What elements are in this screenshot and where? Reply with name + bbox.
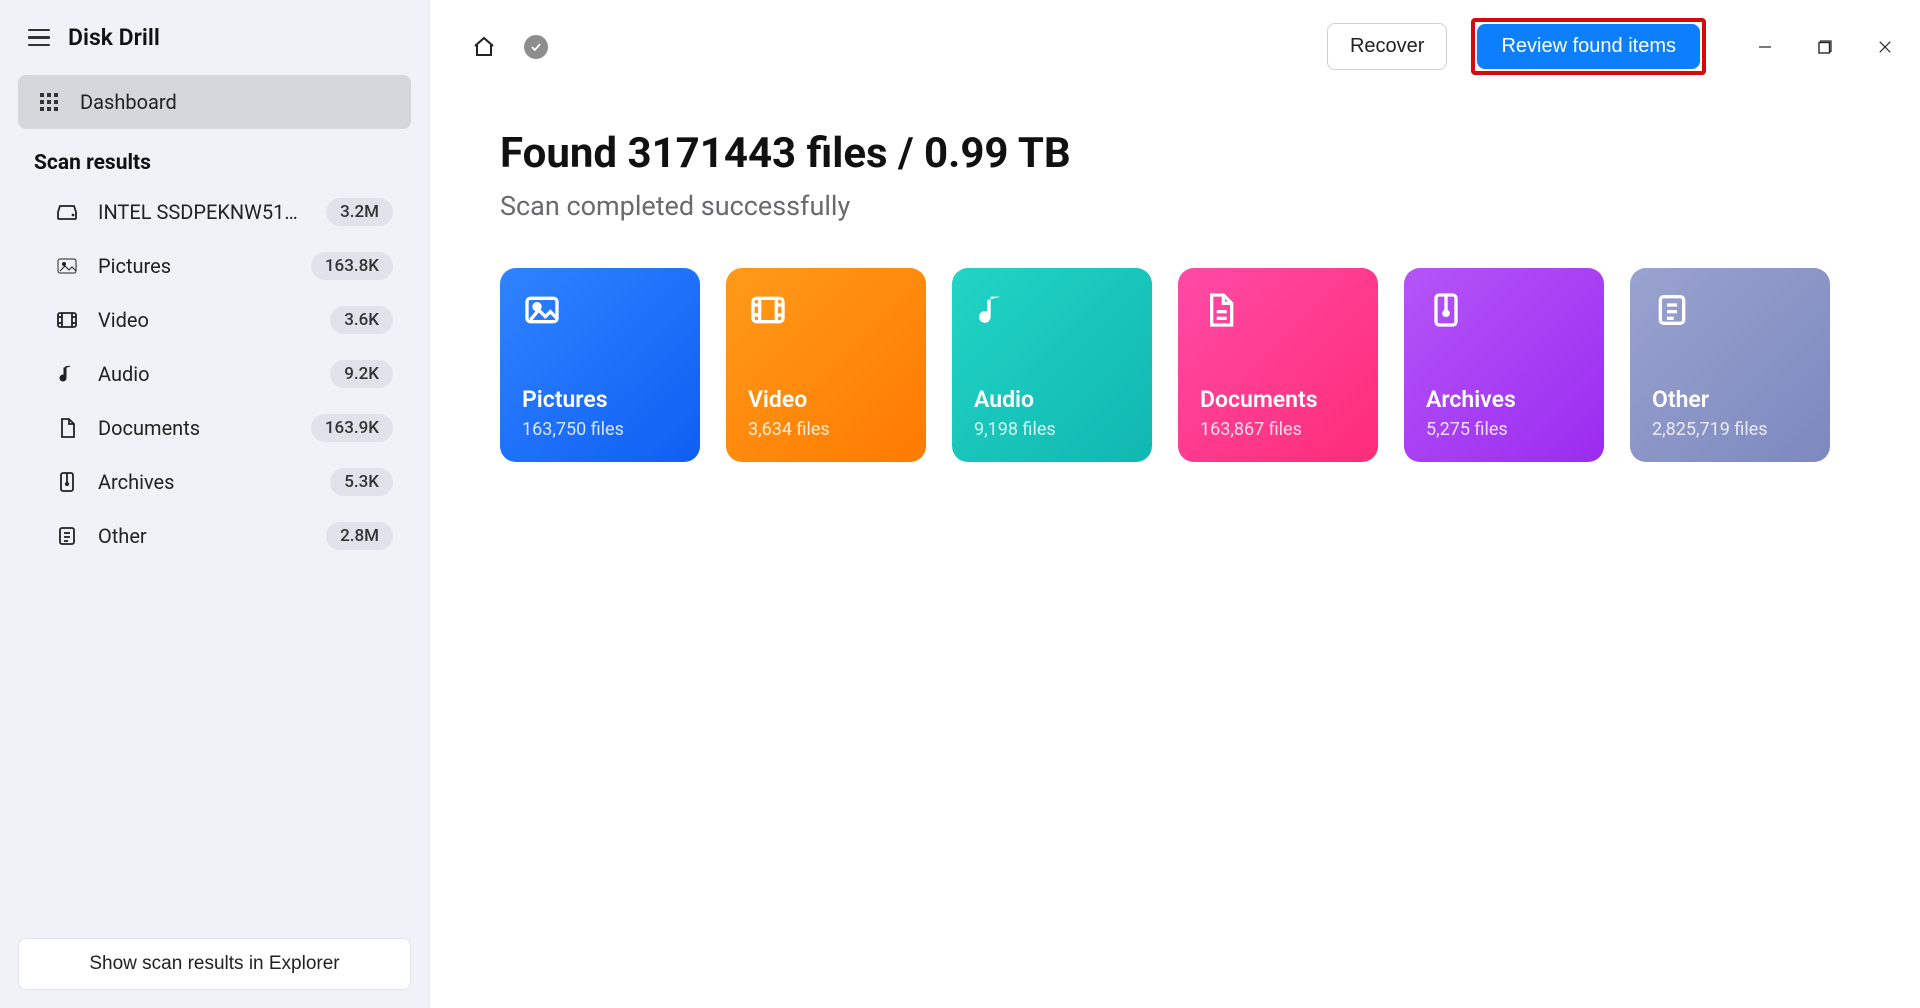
card-title: Audio <box>974 386 1130 413</box>
category-card-other[interactable]: Other 2,825,719 files <box>1630 268 1830 462</box>
result-item-archives[interactable]: Archives 5.3K <box>18 455 411 509</box>
other-icon <box>1652 290 1692 330</box>
documents-icon <box>54 415 80 441</box>
window-close-icon[interactable] <box>1874 36 1896 58</box>
sidebar-header: Disk Drill <box>0 0 429 75</box>
main: Recover Review found items Found 3171443… <box>430 0 1920 1008</box>
nav-item-dashboard[interactable]: Dashboard <box>18 75 411 129</box>
result-item-count: 3.2M <box>326 198 393 226</box>
result-item-pictures[interactable]: Pictures 163.8K <box>18 239 411 293</box>
card-title: Documents <box>1200 386 1356 413</box>
result-item-audio[interactable]: Audio 9.2K <box>18 347 411 401</box>
home-icon[interactable] <box>470 33 498 61</box>
card-subtitle: 163,867 files <box>1200 419 1356 440</box>
topbar: Recover Review found items <box>430 0 1920 93</box>
result-item-count: 163.9K <box>311 414 393 442</box>
result-item-count: 163.8K <box>311 252 393 280</box>
documents-icon <box>1200 290 1240 330</box>
video-icon <box>748 290 788 330</box>
card-subtitle: 5,275 files <box>1426 419 1582 440</box>
category-card-pictures[interactable]: Pictures 163,750 files <box>500 268 700 462</box>
result-item-label: Archives <box>98 470 312 494</box>
category-card-documents[interactable]: Documents 163,867 files <box>1178 268 1378 462</box>
result-item-label: Other <box>98 524 308 548</box>
result-item-count: 5.3K <box>330 468 393 496</box>
card-subtitle: 2,825,719 files <box>1652 419 1808 440</box>
result-item-label: Pictures <box>98 254 293 278</box>
sidebar-nav: Dashboard <box>0 75 429 129</box>
card-title: Archives <box>1426 386 1582 413</box>
pictures-icon <box>54 253 80 279</box>
dashboard-icon <box>36 89 62 115</box>
archives-icon <box>54 469 80 495</box>
result-list: INTEL SSDPEKNW512G8 3.2M Pictures 163.8K… <box>0 185 429 563</box>
app-title: Disk Drill <box>68 24 160 51</box>
window-minimize-icon[interactable] <box>1754 36 1776 58</box>
result-item-documents[interactable]: Documents 163.9K <box>18 401 411 455</box>
pictures-icon <box>522 290 562 330</box>
result-item-count: 3.6K <box>330 306 393 334</box>
category-card-audio[interactable]: Audio 9,198 files <box>952 268 1152 462</box>
other-icon <box>54 523 80 549</box>
category-card-row: Pictures 163,750 files Video 3,634 files… <box>500 268 1850 462</box>
result-item-label: Video <box>98 308 312 332</box>
category-card-video[interactable]: Video 3,634 files <box>726 268 926 462</box>
result-item-disk[interactable]: INTEL SSDPEKNW512G8 3.2M <box>18 185 411 239</box>
result-item-label: Documents <box>98 416 293 440</box>
card-title: Video <box>748 386 904 413</box>
section-title-scan-results: Scan results <box>0 129 429 185</box>
review-found-items-button[interactable]: Review found items <box>1477 24 1700 69</box>
card-subtitle: 163,750 files <box>522 419 678 440</box>
card-subtitle: 9,198 files <box>974 419 1130 440</box>
summary-title: Found 3171443 files / 0.99 TB <box>500 129 1850 178</box>
disk-icon <box>54 199 80 225</box>
video-icon <box>54 307 80 333</box>
card-title: Pictures <box>522 386 678 413</box>
audio-icon <box>974 290 1014 330</box>
result-item-other[interactable]: Other 2.8M <box>18 509 411 563</box>
content: Found 3171443 files / 0.99 TB Scan compl… <box>430 93 1920 498</box>
card-title: Other <box>1652 386 1808 413</box>
nav-item-label: Dashboard <box>80 90 177 114</box>
result-item-count: 9.2K <box>330 360 393 388</box>
card-subtitle: 3,634 files <box>748 419 904 440</box>
review-button-highlight: Review found items <box>1471 18 1706 75</box>
result-item-label: INTEL SSDPEKNW512G8 <box>98 200 308 224</box>
archives-icon <box>1426 290 1466 330</box>
window-controls <box>1754 36 1896 58</box>
result-item-count: 2.8M <box>326 522 393 550</box>
audio-icon <box>54 361 80 387</box>
result-item-video[interactable]: Video 3.6K <box>18 293 411 347</box>
summary-subtitle: Scan completed successfully <box>500 190 1850 222</box>
scan-complete-check-icon <box>522 33 550 61</box>
sidebar: Disk Drill Dashboard Scan results INTEL … <box>0 0 430 1008</box>
sidebar-footer: Show scan results in Explorer <box>0 924 429 1008</box>
result-item-label: Audio <box>98 362 312 386</box>
hamburger-menu-icon[interactable] <box>28 29 50 47</box>
show-in-explorer-button[interactable]: Show scan results in Explorer <box>18 938 411 990</box>
recover-button[interactable]: Recover <box>1327 23 1447 70</box>
category-card-archives[interactable]: Archives 5,275 files <box>1404 268 1604 462</box>
window-maximize-icon[interactable] <box>1814 36 1836 58</box>
